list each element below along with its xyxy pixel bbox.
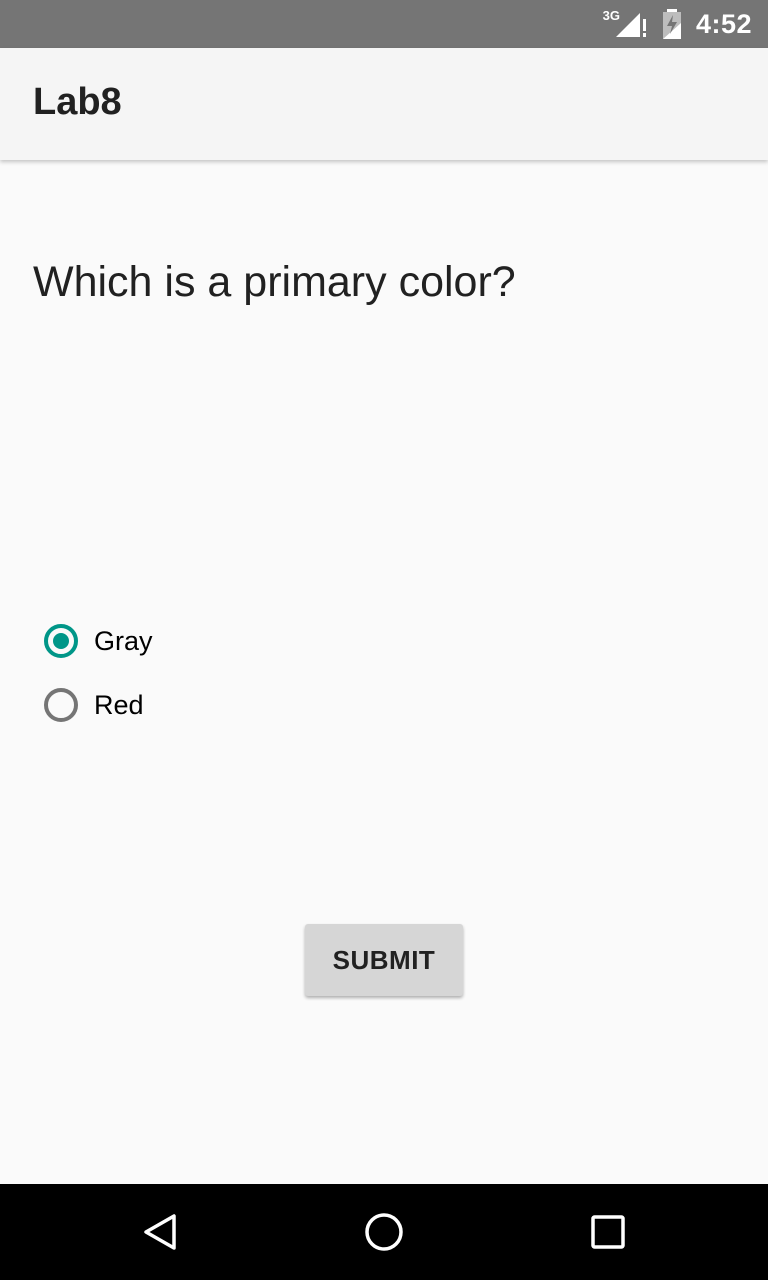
home-icon	[365, 1213, 403, 1251]
app-title: Lab8	[33, 81, 122, 123]
battery-icon	[662, 9, 681, 39]
back-button[interactable]	[136, 1208, 184, 1256]
radio-label-gray: Gray	[94, 625, 153, 656]
radio-label-red: Red	[94, 689, 144, 720]
network-type: 3G	[602, 7, 620, 23]
status-bar: 3G 4:52	[0, 0, 768, 48]
radio-button-checked[interactable]	[44, 624, 78, 658]
status-icons: 3G 4:52	[603, 0, 752, 48]
radio-button-unchecked[interactable]	[44, 688, 78, 722]
radio-option-red[interactable]: Red	[42, 682, 144, 728]
radio-option-gray[interactable]: Gray	[42, 618, 153, 664]
question-text: Which is a primary color?	[33, 258, 516, 306]
submit-button[interactable]: SUBMIT	[305, 924, 463, 996]
navigation-bar	[0, 1184, 768, 1280]
home-button[interactable]	[360, 1208, 408, 1256]
recents-button[interactable]	[584, 1208, 632, 1256]
radio-dot	[53, 633, 69, 649]
app-bar: Lab8	[0, 48, 768, 160]
status-clock: 4:52	[695, 8, 752, 39]
recents-icon	[591, 1215, 625, 1249]
back-icon	[144, 1214, 176, 1250]
